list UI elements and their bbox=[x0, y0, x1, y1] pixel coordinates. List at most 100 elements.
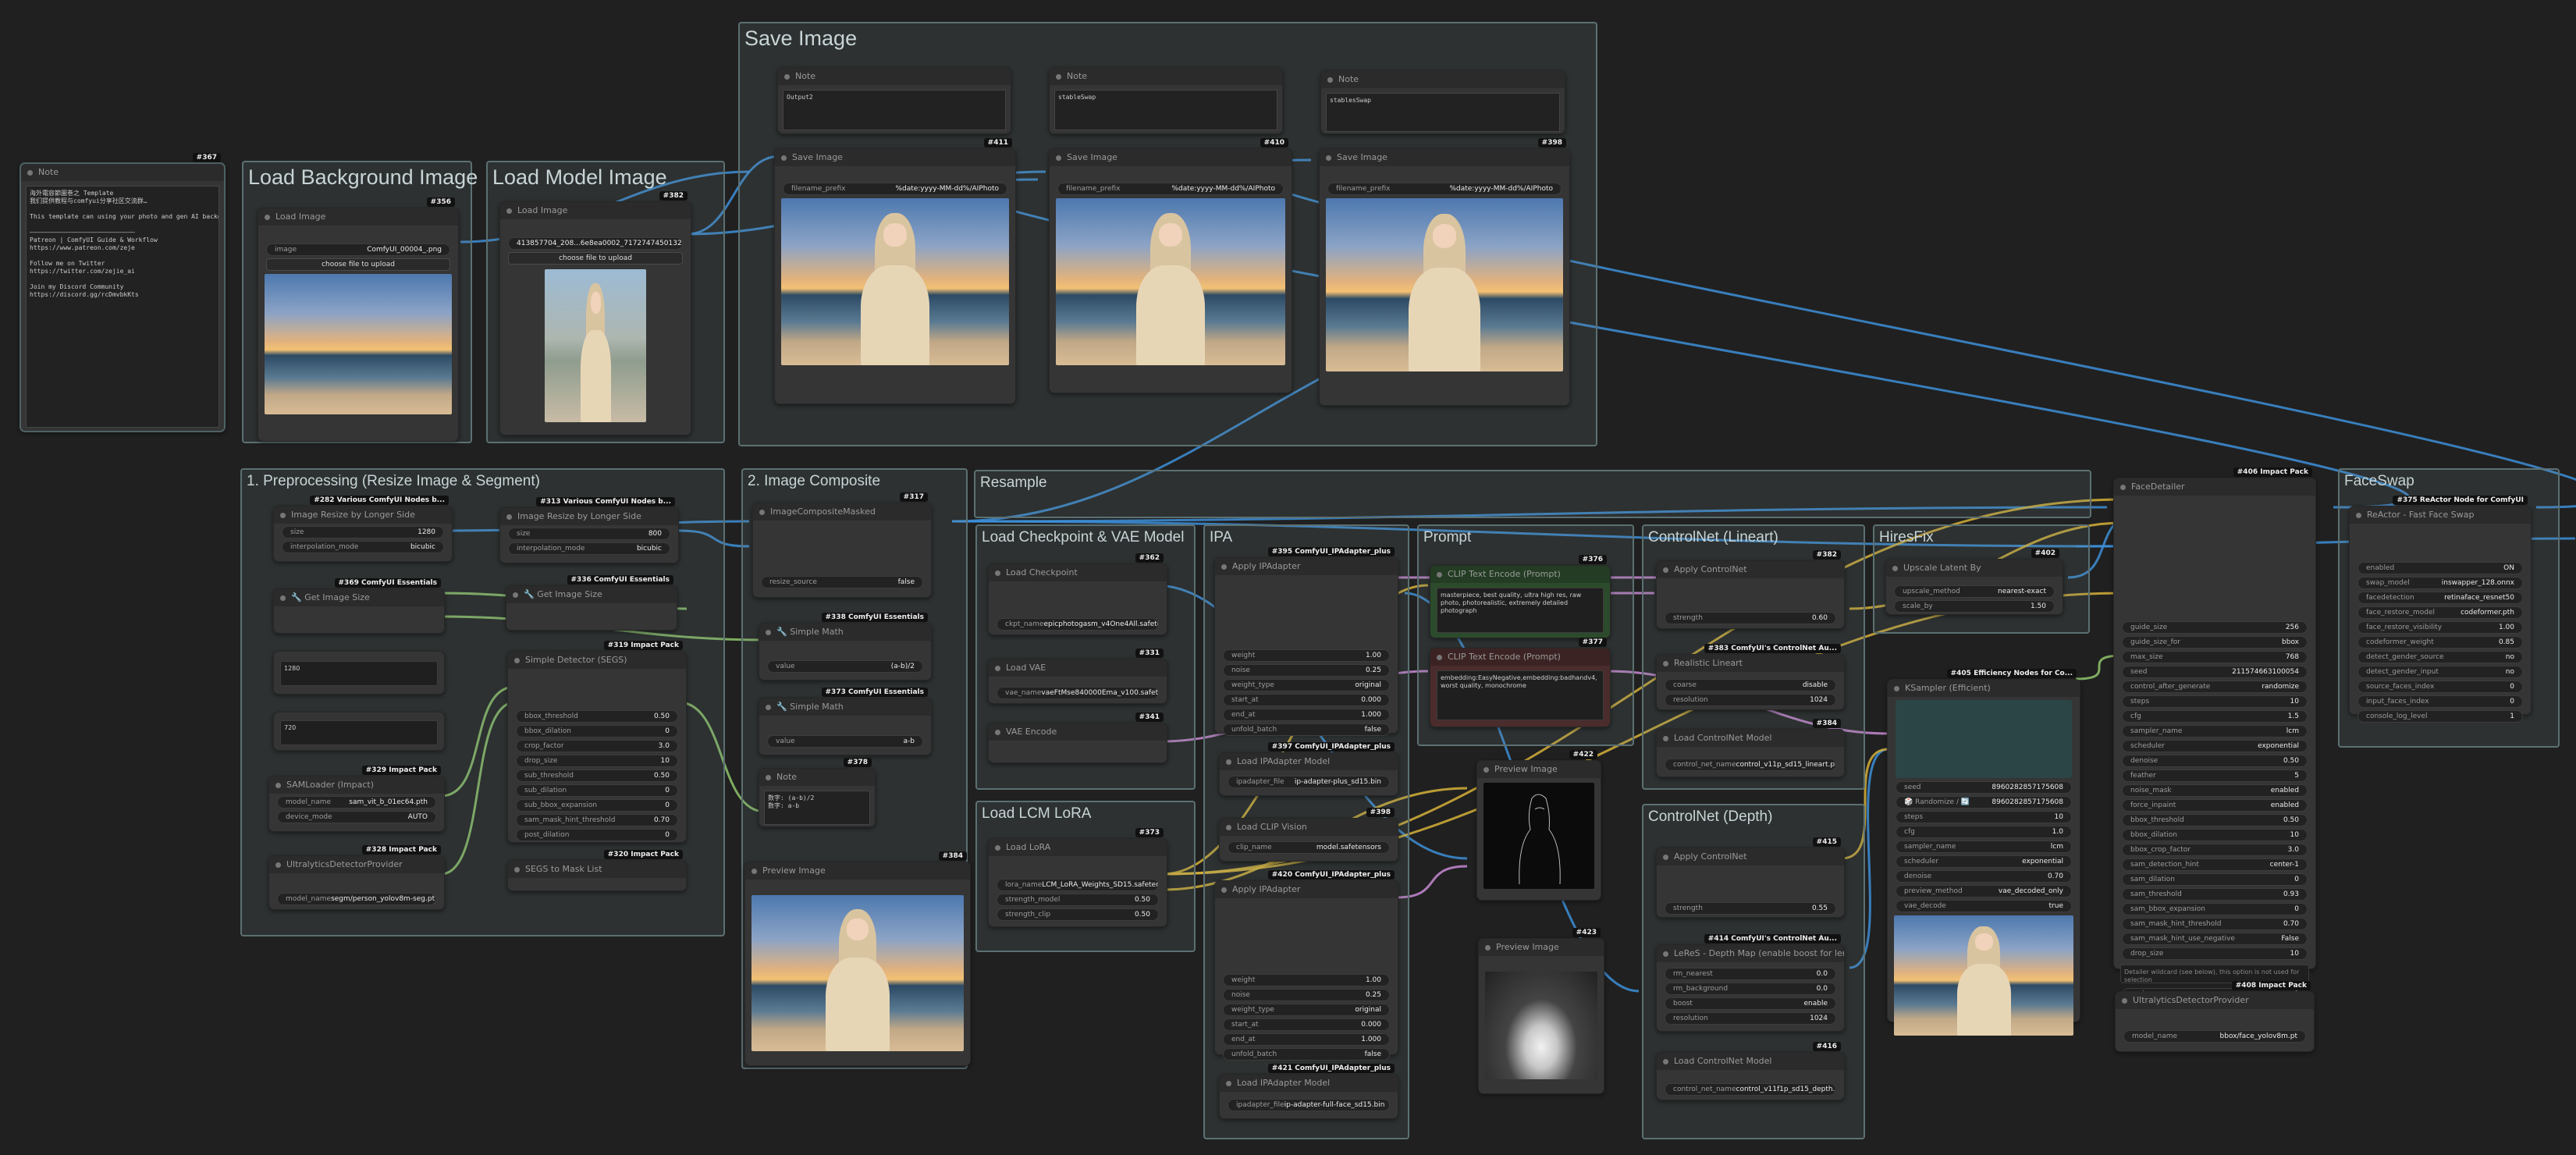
widget-post-dilation[interactable]: post_dilation 0 bbox=[516, 829, 678, 841]
widget-scheduler[interactable]: scheduler exponential bbox=[2122, 740, 2308, 752]
widget-sam-mask-hint-threshold[interactable]: sam_mask_hint_threshold 0.70 bbox=[516, 814, 678, 826]
widget-model-name[interactable]: model_name sam_vit_b_01ec64.pth bbox=[277, 796, 436, 808]
widget-weight-type[interactable]: weight_type original bbox=[1223, 1004, 1390, 1016]
int-display-node-1[interactable]: 1280 bbox=[273, 651, 445, 695]
widget-strength[interactable]: strength 0.55 bbox=[1665, 902, 1836, 915]
filename-prefix-field[interactable]: filename_prefix %date:yyyy-MM-dd%/AIPhoto bbox=[1057, 183, 1284, 195]
get-image-size-node-1[interactable]: #369 ComfyUI Essentials 🔧 Get Image Size bbox=[273, 578, 445, 634]
widget-drop-size[interactable]: drop_size 10 bbox=[2122, 947, 2308, 960]
widget-sam-threshold[interactable]: sam_threshold 0.93 bbox=[2122, 888, 2308, 901]
widget-unfold-batch[interactable]: unfold_batch false bbox=[1223, 1048, 1390, 1061]
widget-ipadapter-file[interactable]: ipadapter_file ip-adapter-plus_sd15.bin bbox=[1228, 776, 1390, 788]
widget-sampler-name[interactable]: sampler_name lcm bbox=[1896, 840, 2072, 853]
leres-depth-map-node[interactable]: #414 ComfyUI's ControlNet Au... LeReS - D… bbox=[1656, 934, 1845, 1032]
apply-ipadapter-node-2[interactable]: #420 ComfyUI_IPAdapter_plus Apply IPAdapt… bbox=[1214, 870, 1398, 1061]
widget-sam-bbox-expansion[interactable]: sam_bbox_expansion 0 bbox=[2122, 903, 2308, 915]
widget-noise[interactable]: noise 0.25 bbox=[1223, 989, 1390, 1001]
save-image-node-1[interactable]: #411 Save Image filename_prefix %date:yyyy-… bbox=[774, 138, 1016, 404]
widget-guide-size-for[interactable]: guide_size_for bbox bbox=[2122, 636, 2308, 649]
widget-vae-name[interactable]: vae_namevaeFtMse840000Ema_v100.safetenso… bbox=[997, 687, 1159, 699]
widget-drop-size[interactable]: drop_size 10 bbox=[516, 755, 678, 767]
widget-value[interactable]: value (a-b)/2 bbox=[767, 660, 923, 673]
note-text[interactable]: Output2 bbox=[783, 90, 1006, 130]
widget-ipadapter-file[interactable]: ipadapter_file ip-adapter-full-face_sd15.… bbox=[1228, 1099, 1390, 1111]
widget-scheduler[interactable]: scheduler exponential bbox=[1896, 855, 2072, 868]
widget-bbox-dilation[interactable]: bbox_dilation 10 bbox=[2122, 829, 2308, 841]
widget-control-after-generate[interactable]: control_after_generate randomize bbox=[2122, 681, 2308, 693]
image-resize-node-2[interactable]: #313 Various ComfyUI Nodes b... Image Res… bbox=[499, 497, 679, 563]
widget-device-mode[interactable]: device_mode AUTO bbox=[277, 811, 436, 823]
image-resize-node-1[interactable]: #282 Various ComfyUI Nodes b... Image Res… bbox=[273, 496, 453, 562]
note-node-save-1[interactable]: Note Output2 bbox=[777, 67, 1011, 134]
widget-codeformer-weight[interactable]: codeformer_weight 0.85 bbox=[2357, 636, 2523, 649]
widget-strength-model[interactable]: strength_model 0.50 bbox=[997, 894, 1159, 906]
widget-source-faces-index[interactable]: source_faces_index 0 bbox=[2357, 681, 2523, 693]
widget-enabled[interactable]: enabled ON bbox=[2357, 562, 2523, 574]
note-text[interactable]: 海外電容節圖巻之 Template 我们提供教程与comfyui分享社区交流群…… bbox=[26, 186, 219, 428]
widget-weight[interactable]: weight 1.00 bbox=[1223, 974, 1390, 986]
widget-control-net-name[interactable]: control_net_name control_v11f1p_sd15_dept… bbox=[1665, 1083, 1836, 1096]
widget-model-name[interactable]: model_name bbox/face_yolov8m.pt bbox=[2123, 1030, 2306, 1043]
widget-feather[interactable]: feather 5 bbox=[2122, 769, 2308, 782]
widget-noise[interactable]: noise 0.25 bbox=[1223, 664, 1390, 677]
widget-bbox-crop-factor[interactable]: bbox_crop_factor 3.0 bbox=[2122, 844, 2308, 856]
widget-end-at[interactable]: end_at 1.000 bbox=[1223, 709, 1390, 721]
widget-force-inpaint[interactable]: force_inpaint enabled bbox=[2122, 799, 2308, 812]
widget-console-log-level[interactable]: console_log_level 1 bbox=[2357, 710, 2523, 723]
widget-crop-factor[interactable]: crop_factor 3.0 bbox=[516, 740, 678, 752]
image-composite-masked-node[interactable]: #317 ImageCompositeMasked resize_source fal… bbox=[752, 492, 932, 598]
widget-value[interactable]: value a-b bbox=[767, 735, 923, 748]
load-image-node-background[interactable]: #356 Load Image image ComfyUI_00004_.png … bbox=[258, 197, 459, 442]
widget-control-net-name[interactable]: control_net_name control_v11p_sd15_linear… bbox=[1665, 759, 1836, 771]
widget-boost[interactable]: boost enable bbox=[1665, 997, 1836, 1010]
widget-weight[interactable]: weight 1.00 bbox=[1223, 649, 1390, 662]
widget-steps[interactable]: steps 10 bbox=[2122, 695, 2308, 708]
widget-bbox-dilation[interactable]: bbox_dilation 0 bbox=[516, 725, 678, 737]
prompt-textarea-negative[interactable]: embedding:EasyNegative,embedding:badhand… bbox=[1437, 670, 1604, 720]
image-select[interactable]: image ComfyUI_00004_.png bbox=[266, 243, 450, 256]
note-node-composite[interactable]: #378 Note 数字: (a-b)/2 数字: a-b bbox=[759, 758, 876, 827]
widget-detect-gender-source[interactable]: detect_gender_source no bbox=[2357, 651, 2523, 663]
widget-start-at[interactable]: start_at 0.000 bbox=[1223, 1018, 1390, 1031]
widget-bbox-threshold[interactable]: bbox_threshold 0.50 bbox=[516, 710, 678, 723]
widget-start-at[interactable]: start_at 0.000 bbox=[1223, 694, 1390, 706]
widget-scale-by[interactable]: scale_by 1.50 bbox=[1894, 600, 2055, 613]
widget-bbox-threshold[interactable]: bbox_threshold 0.50 bbox=[2122, 814, 2308, 826]
realistic-lineart-node[interactable]: #383 ComfyUI's ControlNet Au... Realistic… bbox=[1656, 644, 1845, 710]
widget-max-size[interactable]: max_size 768 bbox=[2122, 651, 2308, 663]
prompt-textarea-positive[interactable]: masterpiece, best quality, ultra high re… bbox=[1437, 588, 1604, 633]
simple-math-node-1[interactable]: #338 ComfyUI Essentials 🔧 Simple Math valu… bbox=[759, 613, 932, 681]
note-node-main[interactable]: #367 Note 海外電容節圖巻之 Template 我们提供教程与comfy… bbox=[20, 153, 226, 432]
widget-face-restore-model[interactable]: face_restore_model codeformer.pth bbox=[2357, 606, 2523, 619]
widget-facedetection[interactable]: facedetection retinaface_resnet50 bbox=[2357, 592, 2523, 604]
widget-size[interactable]: size 1280 bbox=[282, 526, 444, 538]
widget-weight-type[interactable]: weight_type original bbox=[1223, 679, 1390, 691]
filename-prefix-field[interactable]: filename_prefix %date:yyyy-MM-dd%/AIPhoto bbox=[1327, 183, 1562, 195]
widget-rm-background[interactable]: rm_background 0.0 bbox=[1665, 983, 1836, 995]
note-text[interactable]: stableSwap bbox=[1054, 90, 1277, 130]
ultralytics-detector-node[interactable]: #328 Impact Pack UltralyticsDetectorProvi… bbox=[268, 845, 445, 910]
widget-swap-model[interactable]: swap_model inswapper_128.onnx bbox=[2357, 577, 2523, 589]
widget-interpolation-mode[interactable]: interpolation_mode bicubic bbox=[282, 541, 444, 553]
widget-sam-dilation[interactable]: sam_dilation 0 bbox=[2122, 873, 2308, 886]
widget-vae-decode[interactable]: vae_decode true bbox=[1896, 900, 2072, 912]
preview-image-node-lineart[interactable]: #422 Preview Image bbox=[1476, 750, 1601, 901]
apply-controlnet-node-lineart[interactable]: #382 Apply ControlNet strength 0.60 bbox=[1656, 550, 1845, 629]
note-node-save-2[interactable]: Note stableSwap bbox=[1049, 67, 1283, 134]
widget-cfg[interactable]: cfg 1.0 bbox=[1896, 826, 2072, 838]
filename-prefix-field[interactable]: filename_prefix %date:yyyy-MM-dd%/AIPhoto bbox=[783, 183, 1007, 195]
widget-seed[interactable]: seed 211574663100054 bbox=[2122, 666, 2308, 678]
apply-controlnet-node-depth[interactable]: #415 Apply ControlNet strength 0.55 bbox=[1656, 837, 1845, 918]
load-vae-node[interactable]: #331 Load VAE vae_name vaeFtMse840000Ema_v1… bbox=[988, 649, 1167, 704]
widget-sam-mask-hint-threshold[interactable]: sam_mask_hint_threshold 0.70 bbox=[2122, 918, 2308, 930]
widget-denoise[interactable]: denoise 0.50 bbox=[2122, 755, 2308, 767]
note-node-save-3[interactable]: Note stablesSwap bbox=[1320, 70, 1565, 134]
widget-preview-method[interactable]: preview_method vae_decoded_only bbox=[1896, 885, 2072, 897]
comfyui-canvas[interactable]: #367 Note 海外電容節圖巻之 Template 我们提供教程与comfy… bbox=[0, 0, 2576, 1155]
widget-strength[interactable]: strength 0.60 bbox=[1665, 612, 1836, 624]
widget-input-faces-index[interactable]: input_faces_index 0 bbox=[2357, 695, 2523, 708]
image-select[interactable]: 413857704_208...6e8ea0002_71727474501328… bbox=[508, 237, 683, 250]
widget-ckpt-name[interactable]: ckpt_nameepicphotogasm_v4One4All.safeten… bbox=[997, 618, 1159, 631]
preview-image-node-composite[interactable]: #384 Preview Image bbox=[744, 851, 971, 1066]
ksampler-efficient-node[interactable]: #405 Efficiency Nodes for Co... KSampler … bbox=[1887, 669, 2080, 1036]
